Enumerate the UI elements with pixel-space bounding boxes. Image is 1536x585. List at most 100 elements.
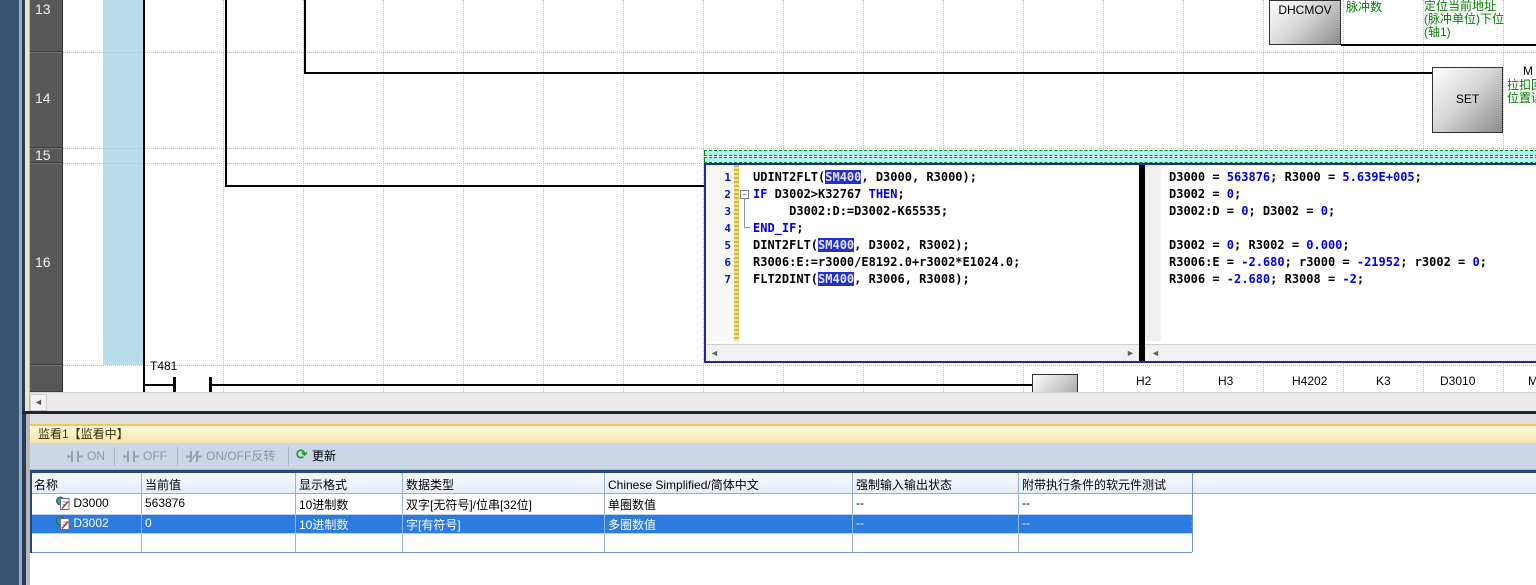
set-instruction-block[interactable]: SET [1432, 67, 1503, 133]
st-code-line: FLT2DINT(SM400, R3006, R3008); [753, 271, 1020, 288]
value-cell[interactable]: 563876 [145, 496, 294, 510]
st-code-segment: ; [898, 187, 905, 201]
ladder-selection-column [103, 0, 144, 365]
column-header-value[interactable]: 当前值 [145, 476, 294, 493]
st-line-number: 4 [706, 220, 731, 237]
contact-label: T481 [150, 359, 177, 373]
set-device-label: M [1523, 64, 1533, 78]
type-cell[interactable]: 字[有符号] [406, 516, 603, 533]
dhcmov-instruction-block[interactable]: DHCMOV [1269, 0, 1341, 45]
column-separator[interactable] [1018, 473, 1019, 552]
rung-16-wire-left [144, 384, 174, 386]
rung-16-branch-wire [225, 185, 706, 187]
scroll-right-icon[interactable]: ► [1124, 347, 1137, 360]
off-contact-icon [122, 450, 140, 463]
st-monitor-text: ; r3000 = [1285, 255, 1357, 269]
st-highlighted-token: SM400 [818, 272, 854, 286]
column-header-format[interactable]: 显示格式 [299, 476, 401, 493]
toggle-contact-icon [185, 450, 203, 463]
column-header-comment[interactable]: Chinese Simplified/简体中文 [608, 476, 851, 493]
st-code-pane[interactable]: UDINT2FLT(SM400, D3000, R3000);IF D3002>… [753, 169, 1020, 288]
rung-number-gutter[interactable]: 13 14 15 16 [30, 0, 63, 392]
column-header-type[interactable]: 数据类型 [406, 476, 603, 493]
rung-13-wire [1341, 44, 1536, 46]
ladder-grid-line [623, 0, 624, 392]
operand-m[interactable]: M [1528, 374, 1536, 388]
column-separator[interactable] [402, 473, 403, 552]
st-monitor-text: R3006 = [1169, 272, 1227, 286]
st-monitor-value: 0 [1227, 187, 1234, 201]
ladder-grid-line [63, 148, 1536, 149]
column-separator[interactable] [295, 473, 296, 552]
operand-h2[interactable]: H2 [1136, 374, 1151, 388]
table-bottom-border [30, 552, 1192, 553]
st-monitor-text: ; [1342, 238, 1349, 252]
st-monitor-value: 0 [1472, 255, 1479, 269]
st-code-segment: ; [796, 221, 803, 235]
st-code-segment: DINT2FLT( [753, 238, 818, 252]
column-header-force[interactable]: 强制输入输出状态 [856, 476, 1017, 493]
dhcmov-label: DHCMOV [1278, 3, 1331, 17]
ladder-grid-line [63, 52, 1536, 53]
column-separator[interactable] [604, 473, 605, 552]
type-cell[interactable]: 双字[无符号]/位串[32位] [406, 496, 603, 513]
force-cell[interactable]: -- [856, 496, 1017, 510]
test-cell[interactable]: -- [1022, 516, 1190, 530]
device-name-cell[interactable]: D3002 [56, 516, 141, 530]
ladder-grid-line [223, 0, 224, 392]
st-highlighted-token: SM400 [818, 238, 854, 252]
fold-collapse-icon[interactable]: − [740, 190, 749, 199]
watch-toolbar: ON OFF ON/OFF反转 ⟳ 更新 [30, 443, 1536, 470]
on-contact-icon [66, 450, 84, 463]
scroll-left-icon[interactable]: ◄ [1149, 347, 1162, 360]
st-code-segment: IF [753, 187, 767, 201]
off-button[interactable]: OFF [143, 448, 167, 465]
table-header-row[interactable]: 名称 当前值 显示格式 数据类型 Chinese Simplified/简体中文… [30, 473, 1536, 494]
st-popup-body: 1234567 − UDINT2FLT(SM400, D3000, R3000)… [704, 163, 1536, 363]
st-monitor-line: D3002 = 0; R3002 = 0.000; [1169, 237, 1487, 254]
set-device-comment: 拉扣回 位置读 [1507, 79, 1536, 105]
st-monitor-value: 0 [1321, 204, 1328, 218]
st-monitor-pane[interactable]: D3000 = 563876; R3000 = 5.639E+005; D3002… [1169, 169, 1487, 288]
operand-h4202[interactable]: H4202 [1292, 374, 1327, 388]
st-monitor-value: -2.680 [1241, 255, 1284, 269]
format-cell[interactable]: 10进制数 [299, 516, 401, 533]
device-comment-pulse-count: 脉冲数 [1346, 1, 1382, 14]
st-monitor-text: D3002 = [1169, 238, 1227, 252]
refresh-button[interactable]: 更新 [312, 448, 336, 465]
rung-cell-empty[interactable] [30, 365, 62, 392]
operand-d3010[interactable]: D3010 [1440, 374, 1475, 388]
ladder-grid-line [63, 365, 1536, 366]
value-cell[interactable]: 0 [145, 516, 294, 530]
ladder-hscrollbar[interactable]: ◄ [30, 392, 1536, 411]
scroll-left-button[interactable]: ◄ [30, 394, 47, 411]
ladder-grid-line [383, 0, 384, 392]
st-code-scrollbar[interactable]: ◄ ► [706, 344, 1139, 361]
window-left-edge [0, 0, 19, 585]
watch-window-titlebar[interactable]: 监看1【监看中】 [30, 424, 1536, 443]
comment-cell[interactable]: 单圈数值 [608, 496, 851, 513]
st-monitor-line: D3000 = 563876; R3000 = 5.639E+005; [1169, 169, 1487, 186]
scroll-left-icon[interactable]: ◄ [708, 347, 721, 360]
branch-vertical-2 [304, 0, 306, 74]
st-monitor-line: R3006 = -2.680; R3008 = -2; [1169, 271, 1487, 288]
operand-k3[interactable]: K3 [1376, 374, 1391, 388]
on-button[interactable]: ON [87, 448, 105, 465]
column-separator[interactable] [141, 473, 142, 552]
st-monitor-scrollbar[interactable]: ◄ [1145, 344, 1536, 361]
refresh-icon: ⟳ [296, 446, 308, 463]
instruction-block-partial[interactable] [1032, 374, 1078, 392]
operand-h3[interactable]: H3 [1218, 374, 1233, 388]
on-off-toggle-button[interactable]: ON/OFF反转 [206, 448, 275, 465]
force-cell[interactable]: -- [856, 516, 1017, 530]
device-name-cell[interactable]: D3000 [56, 496, 141, 510]
comment-cell[interactable]: 多圈数值 [608, 516, 851, 533]
test-cell[interactable]: -- [1022, 496, 1190, 510]
st-monitor-line [1169, 220, 1487, 237]
column-separator[interactable] [852, 473, 853, 552]
st-code-segment: THEN [869, 187, 898, 201]
format-cell[interactable]: 10进制数 [299, 496, 401, 513]
column-header-name[interactable]: 名称 [34, 476, 140, 493]
st-monitor-line: D3002:D = 0; D3002 = 0; [1169, 203, 1487, 220]
st-monitor-text: ; D3002 = [1248, 204, 1320, 218]
